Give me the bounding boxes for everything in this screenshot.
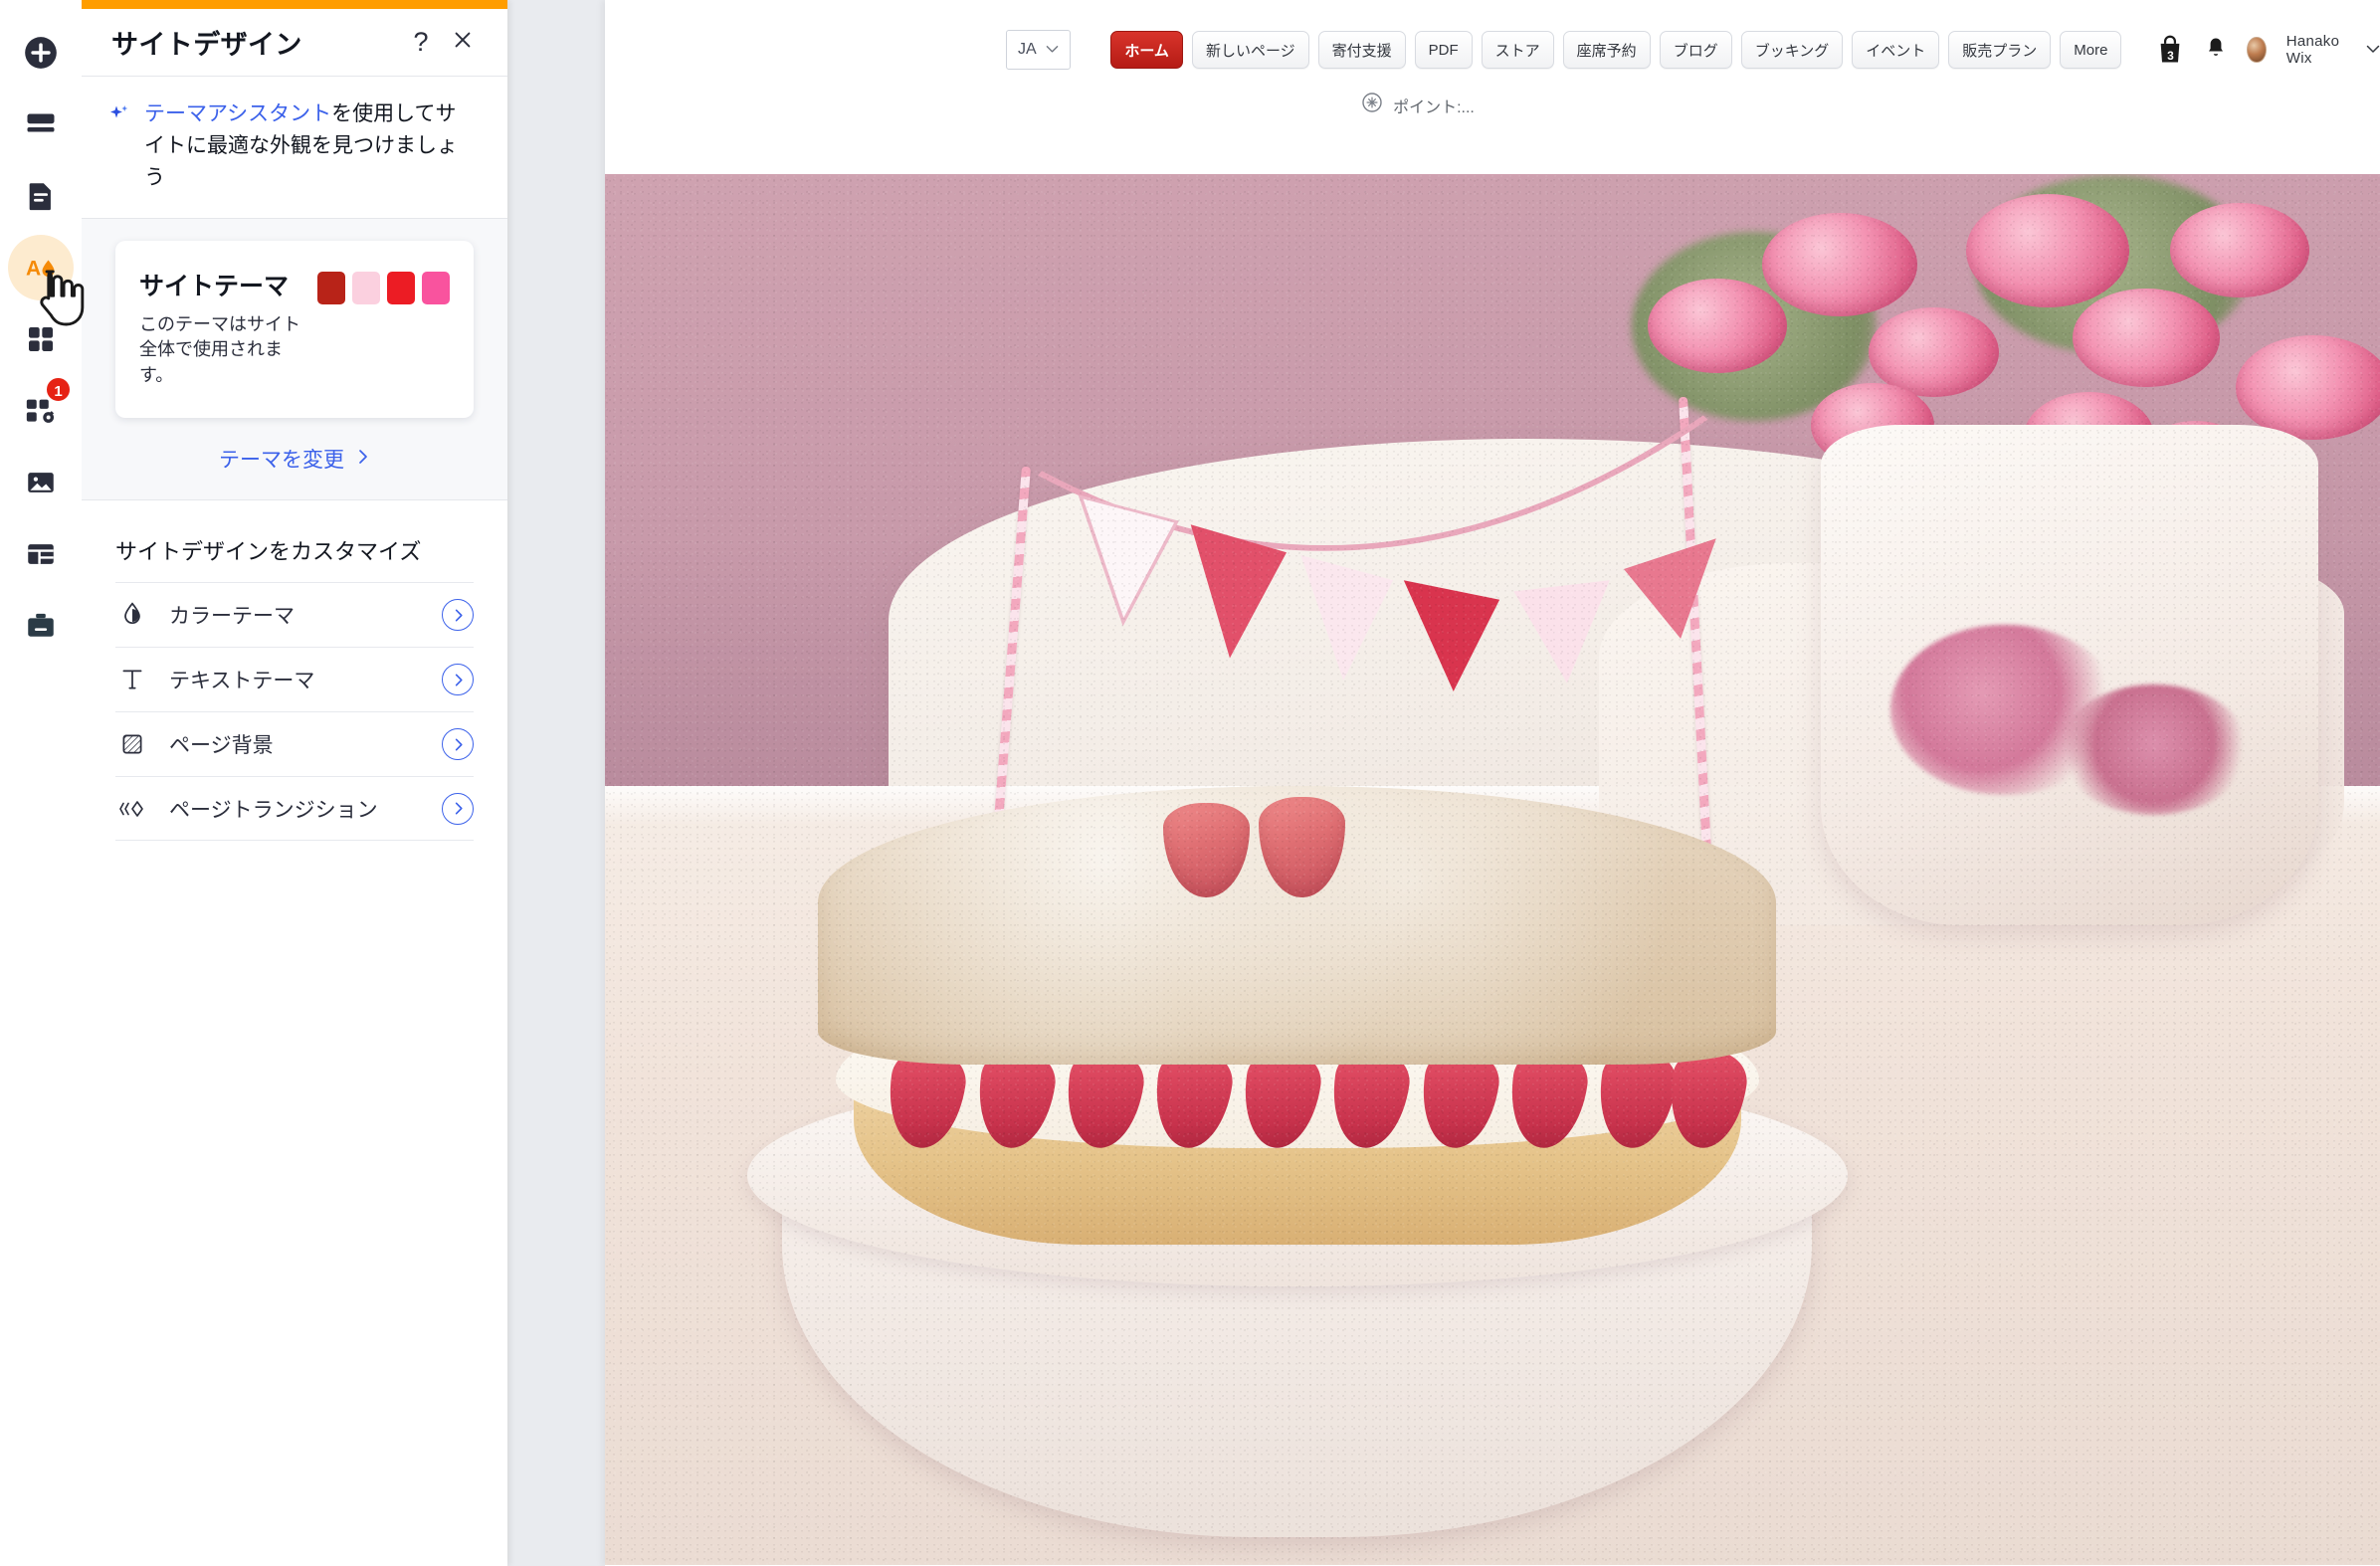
nav-button-bookings[interactable]: ブッキング [1740,31,1844,69]
nav-button-new-page[interactable]: 新しいページ [1191,31,1309,69]
bell-icon[interactable] [2205,36,2227,65]
panel-title: サイトデザイン [111,30,302,60]
chevron-down-icon[interactable] [2366,41,2380,59]
avatar[interactable] [2247,37,2267,63]
design-paint-icon: A [23,250,59,286]
chevron-right-icon[interactable] [442,599,474,632]
plus-circle-icon [22,34,60,72]
site-topbar-row: JA ホーム 新しいページ 寄付支援 PDF ストア 座席予約 ブログ ブッキン [605,30,2380,70]
theme-swatch-4[interactable] [422,271,450,304]
nav-button-pdf[interactable]: PDF [1414,31,1473,69]
table-icon [24,537,58,571]
editor-stage: JA ホーム 新しいページ 寄付支援 PDF ストア 座席予約 ブログ ブッキン [507,0,2380,1566]
language-value: JA [1018,41,1037,58]
menu-item-label: ページトランジション [169,798,378,822]
site-theme-card[interactable]: サイトテーマ このテーマはサイト全体で使用されます。 [115,240,474,419]
theme-swatch-1[interactable] [317,271,345,304]
theme-swatch-3[interactable] [387,271,415,304]
nav-button-blog[interactable]: ブログ [1659,31,1732,69]
transition-diamond-icon [115,796,149,822]
hero-image-strawberry-cake[interactable] [605,174,2380,1565]
sidebar-item-pages[interactable] [8,163,74,229]
account-name[interactable]: Hanako Wix [2286,33,2346,67]
sidebar-item-app-market[interactable]: 1 [8,376,74,444]
page-icon [24,179,58,213]
site-canvas: JA ホーム 新しいページ 寄付支援 PDF ストア 座席予約 ブログ ブッキン [605,0,2380,1566]
sidebar-item-content-manager[interactable] [8,521,74,587]
cart-count: 3 [2167,49,2174,63]
cart-button[interactable]: 3 [2155,34,2185,66]
nav-button-home[interactable]: ホーム [1110,31,1183,69]
text-t-icon [115,666,149,693]
theme-swatch-2[interactable] [352,271,380,304]
theme-swatch-list [317,267,450,304]
briefcase-icon [24,609,58,643]
nav-button-store[interactable]: ストア [1481,31,1554,69]
site-topbar-icons: 3 Hanako Wix [2155,33,2380,67]
site-design-panel: サイトデザイン ? テーマアシスタントを使用してサイトに最適な外観を見つけましょ… [82,0,507,1566]
app-market-badge: 1 [45,376,72,403]
sidebar-item-add-element[interactable] [8,20,74,86]
site-topbar: JA ホーム 新しいページ 寄付支援 PDF ストア 座席予約 ブログ ブッキン [605,0,2380,174]
points-label: ポイント:... [1393,98,1475,116]
help-button[interactable]: ? [400,22,442,64]
nav-button-donations[interactable]: 寄付支援 [1317,31,1406,69]
apps-grid-icon [25,323,57,355]
site-theme-title: サイトテーマ [139,272,290,300]
menu-item-label: テキストテーマ [169,670,315,693]
theme-assistant-row[interactable]: テーマアシスタントを使用してサイトに最適な外観を見つけましょう [82,77,507,219]
image-icon [24,466,58,499]
site-theme-subtitle: このテーマはサイト全体で使用されます。 [139,313,300,385]
site-nav-buttons: ホーム 新しいページ 寄付支援 PDF ストア 座席予約 ブログ ブッキング イ… [1110,31,2122,69]
panel-accent-bar [82,0,507,9]
language-select[interactable]: JA [1006,30,1072,70]
sidebar-item-apps[interactable] [8,306,74,372]
sidebar-item-sections[interactable] [8,92,74,157]
nav-button-events[interactable]: イベント [1852,31,1940,69]
menu-item-page-background[interactable]: ページ背景 [115,711,474,776]
chevron-right-icon[interactable] [442,728,474,761]
site-theme-block: サイトテーマ このテーマはサイト全体で使用されます。 テーマを変更 [82,218,507,501]
menu-item-label: カラーテーマ [169,605,295,629]
left-icon-rail: A 1 [0,0,82,1566]
points-badge-icon [1361,92,1383,118]
change-theme-label: テーマを変更 [219,449,344,473]
close-button[interactable] [442,22,484,64]
nav-button-pricing-plans[interactable]: 販売プラン [1948,31,2052,69]
menu-item-color-theme[interactable]: カラーテーマ [115,582,474,647]
chevron-down-icon [1046,41,1059,59]
droplet-icon [115,601,149,629]
sidebar-item-site-design[interactable]: A [8,235,74,300]
points-row[interactable]: ポイント:... [605,92,2380,118]
menu-item-label: ページ背景 [169,734,274,758]
theme-assistant-link[interactable]: テーマアシスタント [144,102,331,125]
menu-item-page-transition[interactable]: ページトランジション [115,776,474,842]
sidebar-item-business-tools[interactable] [8,593,74,659]
nav-button-more[interactable]: More [2060,31,2122,69]
nav-button-table-reservation[interactable]: 座席予約 [1562,31,1651,69]
editor-root: A 1 サイトデザイン ? テーマアシスタントを使用してサイトに最適な外観を見つ… [0,0,2380,1566]
menu-item-text-theme[interactable]: テキストテーマ [115,647,474,711]
sidebar-item-media[interactable] [8,450,74,515]
layers-icon [23,106,59,142]
panel-header: サイトデザイン ? [82,9,507,77]
customize-menu-list: カラーテーマ テキストテーマ ページ背景 ページトランジション [82,582,507,842]
sparkle-icon [107,102,131,131]
chevron-right-icon[interactable] [442,664,474,696]
chevron-right-icon[interactable] [442,792,474,825]
theme-assistant-text: テーマアシスタントを使用してサイトに最適な外観を見つけましょう [144,98,474,194]
photo-cake-top-layer [818,786,1777,1065]
customize-section-title: サイトデザインをカスタマイズ [115,539,422,565]
change-theme-link[interactable]: テーマを変更 [115,444,474,474]
chevron-right-icon [356,449,370,470]
close-icon [452,29,474,56]
hatched-square-icon [115,730,149,758]
svg-text:A: A [26,258,41,281]
